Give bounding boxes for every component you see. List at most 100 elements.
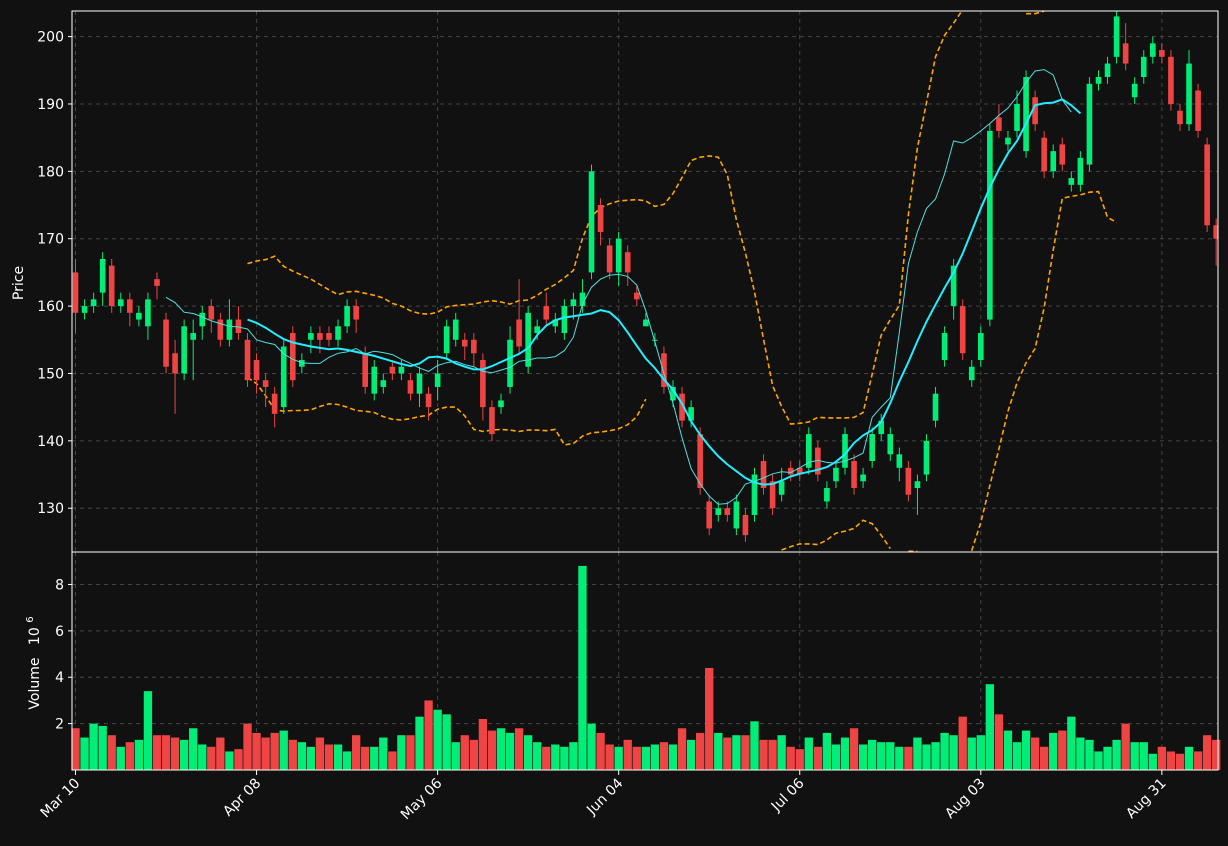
volume-bar: [89, 723, 98, 770]
volume-bar: [931, 742, 940, 770]
volume-bar: [1049, 732, 1058, 770]
volume-bar: [1166, 751, 1176, 770]
price-tick-label: 140: [37, 434, 64, 450]
volume-axis-exponent-base: 10: [27, 627, 43, 645]
volume-bar: [1130, 742, 1139, 770]
candle-body: [154, 279, 160, 286]
price-axis-label: Price: [11, 266, 27, 300]
candle-body: [190, 333, 196, 340]
candle-body: [489, 407, 495, 435]
volume-bar: [1121, 723, 1130, 770]
candle-body: [344, 306, 350, 327]
volume-bar: [786, 746, 795, 770]
candle-body: [127, 299, 133, 313]
candle-body: [226, 319, 233, 340]
candle-body: [977, 333, 984, 360]
volume-bar: [270, 732, 279, 770]
candle-body: [715, 508, 722, 515]
candle-body: [434, 373, 441, 387]
candle-body: [833, 467, 839, 482]
candle-body: [145, 299, 151, 327]
candle-body: [525, 312, 531, 367]
price-tick-label: 180: [37, 164, 64, 180]
candle-body: [308, 333, 314, 340]
volume-bar: [632, 746, 641, 770]
candle-body: [253, 359, 260, 381]
candle-body: [1068, 178, 1075, 185]
volume-bar: [1202, 735, 1212, 770]
volume-tick-label: 4: [55, 670, 64, 686]
volume-bar: [487, 730, 497, 770]
candle-body: [1086, 83, 1093, 165]
volume-bar: [695, 732, 705, 770]
volume-bar: [1139, 742, 1148, 770]
candle-body: [208, 306, 215, 320]
candle-body: [407, 380, 414, 394]
volume-bar: [605, 744, 614, 770]
price-tick-label: 160: [37, 299, 64, 315]
candle-body: [99, 258, 106, 293]
candle-body: [1140, 56, 1147, 78]
volume-bar: [533, 742, 542, 770]
volume-bar: [578, 565, 587, 770]
candle-body: [851, 461, 857, 488]
volume-bar: [822, 732, 832, 770]
volume-bar: [1003, 730, 1013, 770]
volume-bar: [1148, 753, 1157, 770]
candle-body: [452, 319, 459, 340]
volume-bar: [388, 751, 397, 770]
candle-body: [1122, 43, 1129, 64]
candle-body: [371, 366, 378, 394]
volume-bar: [659, 742, 669, 770]
volume-bar: [777, 735, 786, 770]
volume-bar: [170, 737, 180, 770]
candle-body: [1050, 151, 1057, 172]
volume-bar: [1175, 753, 1185, 770]
chart-svg: 1301401501601701801902002468Mar 10 Apr 08…: [0, 0, 1228, 842]
volume-bar: [189, 728, 198, 770]
candle-body: [606, 245, 613, 273]
candle-body: [742, 514, 749, 536]
candle-body: [362, 353, 369, 387]
candle-body: [289, 333, 296, 381]
volume-bar: [976, 735, 985, 770]
candle-body: [1023, 77, 1029, 152]
volume-bar: [922, 744, 931, 770]
candle-body: [932, 393, 939, 421]
volume-bar: [1076, 737, 1085, 770]
candle-body: [624, 252, 631, 273]
volume-bar: [225, 751, 234, 770]
price-tick-label: 150: [37, 366, 64, 382]
volume-bar: [216, 737, 225, 770]
volume-bar: [1040, 746, 1049, 770]
volume-bar: [714, 732, 723, 770]
candle-body: [561, 306, 568, 334]
price-tick-label: 130: [37, 501, 64, 517]
candle-body: [1186, 63, 1192, 125]
volume-bar: [840, 737, 850, 770]
volume-bar: [324, 744, 334, 770]
volume-bar: [297, 742, 306, 770]
candle-body: [588, 171, 595, 273]
candle-body: [1077, 157, 1084, 185]
price-tick-label: 200: [37, 30, 64, 46]
volume-bar: [207, 746, 216, 770]
volume-bar: [234, 749, 243, 770]
volume-bar: [71, 728, 80, 770]
volume-bar: [333, 744, 343, 770]
volume-bar: [741, 735, 750, 770]
volume-bar: [886, 742, 895, 770]
volume-bar: [686, 739, 696, 770]
volume-bar: [804, 737, 813, 770]
candle-body: [769, 481, 776, 509]
candle-body: [733, 501, 740, 529]
volume-bar: [994, 714, 1004, 770]
volume-bar: [732, 735, 741, 770]
candle-body: [398, 366, 405, 374]
volume-bar: [623, 739, 632, 770]
volume-bar: [134, 739, 144, 770]
candle-body: [380, 380, 387, 387]
volume-tick-label: 8: [55, 577, 64, 593]
candle-body: [996, 117, 1002, 131]
volume-bar: [152, 735, 162, 770]
